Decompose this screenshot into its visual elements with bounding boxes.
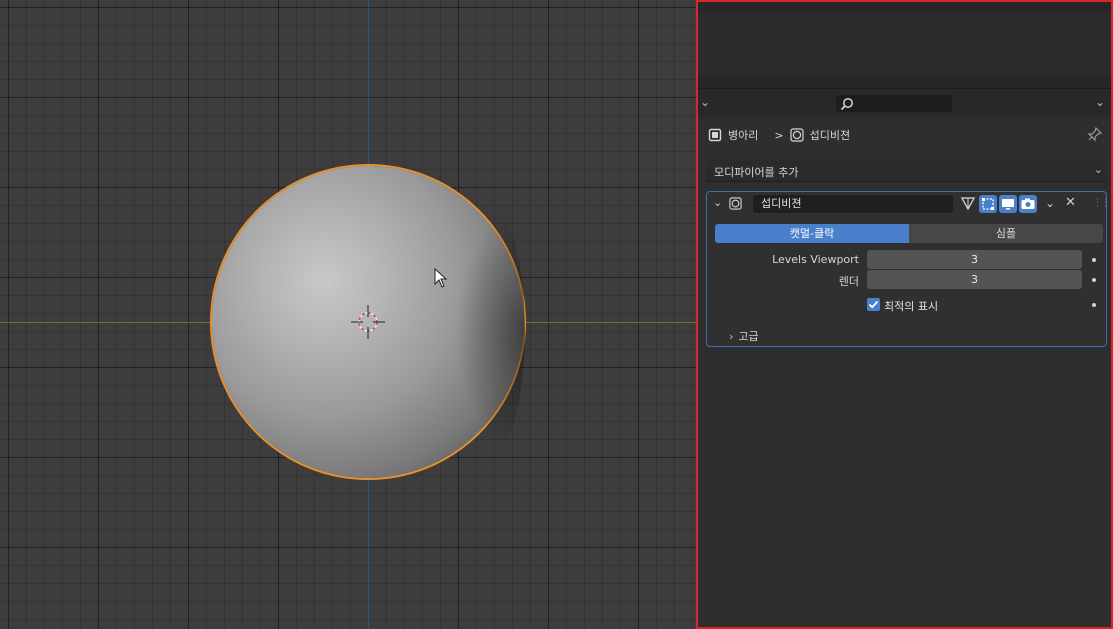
breadcrumb-object-name: 병아리	[728, 129, 759, 142]
subdivision-icon	[729, 197, 742, 210]
optimal-display-row: 최적의 표시	[707, 296, 1106, 314]
levels-viewport-field[interactable]: 3	[867, 250, 1082, 269]
advanced-label: 고급	[738, 330, 759, 343]
drag-handle-icon[interactable]: ⋮⋮	[1093, 198, 1110, 208]
cage-icon	[982, 198, 994, 210]
subdivision-icon	[789, 128, 804, 142]
optimal-display-label: 최적의 표시	[884, 300, 939, 313]
options-chevron-icon[interactable]: ⌄	[1095, 95, 1105, 109]
properties-panel: ⌄ ⌄ 병아리 > 섭디비젼 모디파이어를 추가 ⌄ ⌄ 섭디비젼 ⌄ ✕ ⋮⋮…	[696, 0, 1113, 629]
panel-top-band	[698, 14, 1111, 74]
mouse-pointer-icon	[434, 268, 448, 288]
3d-viewport[interactable]	[0, 0, 696, 629]
collapse-chevron-icon[interactable]: ⌄	[713, 196, 722, 209]
panel-top-area	[698, 2, 1111, 88]
cage-toggle[interactable]	[979, 195, 997, 213]
subdivision-modifier-panel: ⌄ 섭디비젼 ⌄ ✕ ⋮⋮ 캣멀-클락 심플 Levels Viewport 3…	[706, 191, 1110, 347]
catmull-clark-option[interactable]: 캣멀-클락	[715, 224, 909, 243]
keyframe-dot-icon[interactable]	[1092, 303, 1096, 307]
checkmark-icon	[868, 300, 879, 309]
subdivision-type-selector: 캣멀-클락 심플	[715, 224, 1103, 243]
search-icon	[840, 98, 853, 111]
modifier-header: ⌄ 섭디비젼 ⌄ ✕ ⋮⋮	[707, 192, 1110, 216]
editor-type-chevron-icon[interactable]: ⌄	[700, 95, 710, 109]
viewport-icon	[1002, 199, 1014, 210]
render-toggle[interactable]	[1019, 195, 1037, 213]
add-modifier-label: 모디파이어를 추가	[714, 166, 799, 179]
edit-mode-toggle[interactable]	[959, 195, 977, 213]
sphere-shadow	[455, 206, 525, 456]
viewport-display-toggle[interactable]	[999, 195, 1017, 213]
render-camera-icon	[1021, 198, 1035, 209]
simple-option[interactable]: 심플	[909, 224, 1103, 243]
pin-icon[interactable]	[1087, 126, 1103, 142]
properties-header: ⌄ ⌄	[698, 88, 1111, 117]
render-levels-field[interactable]: 3	[867, 270, 1082, 289]
chevron-right-icon: ›	[729, 330, 734, 343]
advanced-subpanel[interactable]: › 고급	[729, 328, 759, 344]
render-levels-label: 렌더	[838, 275, 859, 288]
levels-viewport-label: Levels Viewport	[772, 253, 859, 266]
3d-cursor-icon[interactable]	[351, 305, 385, 339]
breadcrumb-modifier-name: 섭디비젼	[809, 129, 851, 142]
breadcrumb: 병아리 > 섭디비젼	[708, 126, 850, 144]
render-levels-row: 렌더 3	[707, 270, 1106, 289]
modifier-menu-toggle[interactable]: ⌄	[1041, 195, 1059, 213]
edit-mode-icon	[960, 197, 976, 211]
add-modifier-dropdown[interactable]: 모디파이어를 추가 ⌄	[706, 160, 1107, 182]
levels-viewport-row: Levels Viewport 3	[707, 250, 1106, 269]
mesh-object-icon	[708, 128, 722, 142]
optimal-display-checkbox[interactable]	[867, 298, 880, 311]
close-icon[interactable]: ✕	[1065, 195, 1076, 210]
keyframe-dot-icon[interactable]	[1092, 278, 1096, 282]
modifier-name-field[interactable]: 섭디비젼	[753, 195, 953, 213]
search-input[interactable]	[836, 95, 952, 112]
keyframe-dot-icon[interactable]	[1092, 258, 1096, 262]
chevron-down-icon: ⌄	[1093, 163, 1103, 176]
breadcrumb-separator: >	[774, 128, 784, 142]
